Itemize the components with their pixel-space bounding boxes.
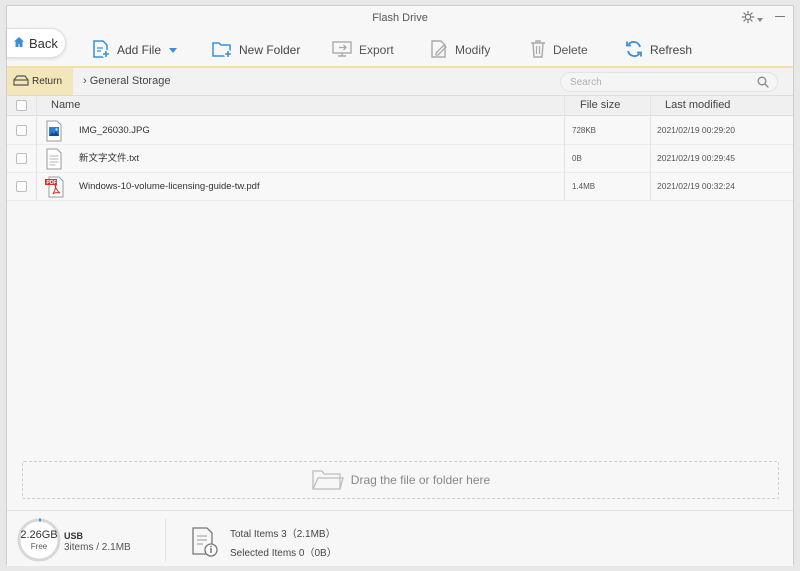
file-modified: 2021/02/19 00:29:45: [657, 153, 735, 163]
back-label: Back: [29, 35, 58, 51]
select-all-checkbox[interactable]: [16, 100, 27, 111]
return-button[interactable]: Return: [7, 68, 73, 95]
window-title: Flash Drive: [372, 12, 428, 24]
search-input[interactable]: [560, 72, 778, 92]
column-header-name[interactable]: Name: [51, 99, 80, 111]
home-icon: [13, 36, 25, 51]
export-icon: [331, 39, 353, 62]
path-bar: Return › General Storage: [7, 66, 793, 96]
file-size: 728KB: [572, 126, 597, 135]
pdf-file-icon: PDF: [45, 176, 65, 200]
return-label: Return: [32, 76, 63, 87]
chevron-right-icon: ›: [83, 75, 87, 87]
delete-label: Delete: [553, 43, 588, 57]
add-file-button[interactable]: Add File: [91, 34, 178, 66]
drive-icon: [13, 74, 29, 89]
breadcrumb-label: General Storage: [89, 75, 171, 87]
drop-zone[interactable]: Drag the file or folder here: [22, 461, 779, 499]
refresh-icon: [624, 39, 644, 62]
device-type: USB: [64, 531, 84, 541]
export-label: Export: [359, 43, 394, 57]
table-row[interactable]: 新文字文件.txt 0B 2021/02/19 00:29:45: [7, 145, 793, 173]
column-header-size[interactable]: File size: [580, 99, 620, 111]
file-info-icon: [190, 526, 220, 561]
refresh-label: Refresh: [650, 43, 693, 57]
table-row[interactable]: PDF Windows-10-volume-licensing-guide-tw…: [7, 173, 793, 201]
file-modified: 2021/02/19 00:29:20: [657, 125, 735, 135]
free-space-value: 2.26GB: [20, 529, 58, 541]
file-name: 新文字文件.txt: [79, 153, 140, 164]
modify-icon: [429, 39, 449, 62]
column-divider: [36, 96, 37, 200]
add-file-label: Add File: [117, 43, 162, 57]
file-size: 0B: [572, 154, 582, 163]
text-file-icon: [45, 148, 63, 172]
new-folder-label: New Folder: [239, 43, 301, 57]
refresh-button[interactable]: Refresh: [624, 34, 692, 66]
column-divider: [564, 96, 565, 200]
settings-caret-icon[interactable]: [757, 18, 763, 22]
footer-divider: [165, 519, 166, 561]
file-name: IMG_26030.JPG: [79, 125, 150, 136]
trash-icon: [529, 39, 547, 62]
delete-button[interactable]: Delete: [529, 34, 588, 66]
status-footer: 2.26GB Free USB 3items / 2.1MB Total Ite…: [7, 510, 793, 566]
breadcrumb[interactable]: › General Storage: [83, 68, 170, 95]
dropdown-caret-icon: [169, 47, 178, 53]
drop-zone-label: Drag the file or folder here: [350, 473, 491, 487]
table-row[interactable]: IMG_26030.JPG 728KB 2021/02/19 00:29:20: [7, 117, 793, 145]
file-name: Windows-10-volume-licensing-guide-tw.pdf: [79, 181, 260, 192]
folder-icon: [311, 467, 345, 494]
app-window: Flash Drive Back Add File New Folder Exp…: [6, 5, 794, 566]
selected-items: Selected Items 0（0B）: [230, 548, 337, 559]
image-file-icon: [45, 120, 63, 144]
row-checkbox[interactable]: [16, 153, 27, 164]
modify-label: Modify: [455, 43, 491, 57]
row-checkbox[interactable]: [16, 125, 27, 136]
modify-button[interactable]: Modify: [429, 34, 490, 66]
file-modified: 2021/02/19 00:32:24: [657, 181, 735, 191]
file-size: 1.4MB: [572, 182, 596, 191]
search-icon[interactable]: [757, 76, 769, 91]
back-button[interactable]: Back: [7, 28, 66, 58]
column-header-modified[interactable]: Last modified: [665, 99, 730, 111]
free-space: 2.26GB Free: [16, 529, 62, 553]
column-divider: [650, 96, 651, 200]
export-button[interactable]: Export: [331, 34, 394, 66]
free-space-label: Free: [30, 542, 48, 551]
new-folder-icon: [211, 39, 233, 62]
total-items: Total Items 3（2.1MB）: [230, 529, 336, 540]
add-file-icon: [91, 39, 111, 62]
list-header: Name File size Last modified: [7, 96, 793, 116]
minimize-button[interactable]: [775, 16, 785, 17]
device-summary: 3items / 2.1MB: [64, 542, 131, 553]
new-folder-button[interactable]: New Folder: [211, 34, 300, 66]
settings-gear-icon[interactable]: [741, 10, 757, 26]
row-checkbox[interactable]: [16, 181, 27, 192]
